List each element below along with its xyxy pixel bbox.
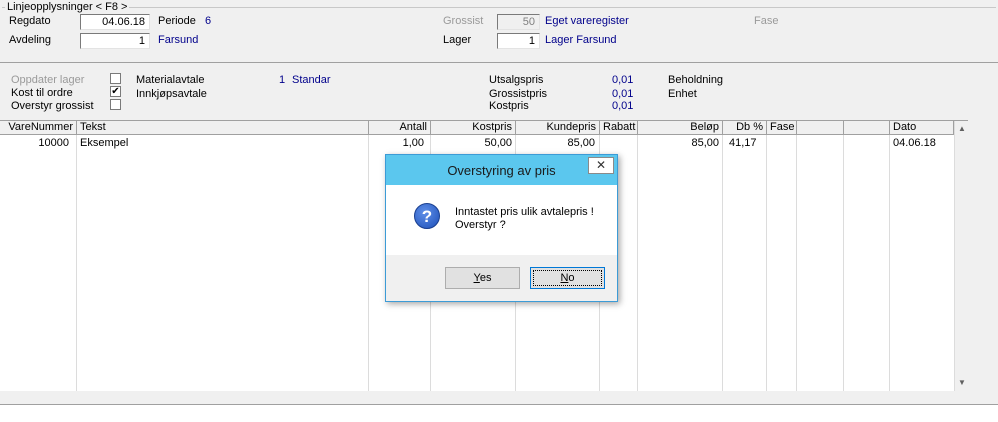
lager-label: Lager xyxy=(443,34,472,46)
vertical-scrollbar[interactable]: ▲ ▼ xyxy=(954,121,969,391)
bottom-bar xyxy=(0,404,998,422)
grossistpris-label: Grossistpris xyxy=(489,88,548,100)
materialavtale-name: Standar xyxy=(292,74,331,86)
cell-kundepris[interactable]: 85,00 xyxy=(516,137,598,151)
column-header-kundepris[interactable]: Kundepris xyxy=(516,121,600,135)
column-divider xyxy=(844,135,890,391)
column-header-tekst[interactable]: Tekst xyxy=(77,121,369,135)
kostpris-label: Kostpris xyxy=(489,100,529,112)
lager-name: Lager Farsund xyxy=(545,34,617,46)
grossist-label: Grossist xyxy=(443,15,484,27)
dialog-message: Inntastet pris ulik avtalepris ! Oversty… xyxy=(455,206,594,232)
kost-til-ordre-checkbox[interactable]: ✔ xyxy=(110,86,121,97)
kostpris-value: 0,01 xyxy=(612,100,634,112)
column-divider xyxy=(0,135,77,391)
kost-til-ordre-label: Kost til ordre xyxy=(11,87,73,99)
column-header-kostpris[interactable]: Kostpris xyxy=(431,121,516,135)
cell-blank-2[interactable] xyxy=(844,137,890,151)
column-header-dato[interactable]: Dato xyxy=(890,121,954,135)
price-override-dialog: Overstyring av pris ✕ ? Inntastet pris u… xyxy=(385,154,618,302)
fase-label: Fase xyxy=(754,15,779,27)
separator xyxy=(0,62,998,63)
column-header-fase[interactable]: Fase xyxy=(767,121,797,135)
periode-value: 6 xyxy=(205,15,212,27)
utsalgspris-label: Utsalgspris xyxy=(489,74,544,86)
cell-blank-1[interactable] xyxy=(797,137,844,151)
column-header-blank-1[interactable] xyxy=(797,121,844,135)
yes-button[interactable]: Yes xyxy=(445,267,520,289)
grossist-field[interactable]: 50 xyxy=(497,14,540,30)
column-divider xyxy=(77,135,369,391)
column-divider xyxy=(723,135,767,391)
materialavtale-value: 1 xyxy=(279,74,286,86)
oppdater-lager-checkbox[interactable] xyxy=(110,73,121,84)
column-header-antall[interactable]: Antall xyxy=(369,121,431,135)
periode-label: Periode xyxy=(158,15,196,27)
cell-dato[interactable]: 04.06.18 xyxy=(890,137,954,151)
enhet-label: Enhet xyxy=(668,88,697,100)
avdeling-name: Farsund xyxy=(158,34,199,46)
materialavtale-label: Materialavtale xyxy=(136,74,205,86)
beholdning-label: Beholdning xyxy=(668,74,724,86)
cell-belop[interactable]: 85,00 xyxy=(638,137,722,151)
scroll-down-icon[interactable]: ▼ xyxy=(955,376,969,390)
grossist-name: Eget vareregister xyxy=(545,15,629,27)
dialog-message-line1: Inntastet pris ulik avtalepris ! xyxy=(455,206,594,218)
column-divider xyxy=(638,135,723,391)
group-title: Linjeopplysninger < F8 > xyxy=(5,1,130,13)
utsalgspris-value: 0,01 xyxy=(612,74,634,86)
lager-field[interactable]: 1 xyxy=(497,33,540,49)
avdeling-label: Avdeling xyxy=(9,34,51,46)
scroll-up-icon[interactable]: ▲ xyxy=(955,122,969,136)
column-header-db-pct[interactable]: Db % xyxy=(723,121,767,135)
column-header-varenummer[interactable]: VareNummer xyxy=(0,121,77,135)
no-button[interactable]: No xyxy=(530,267,605,289)
cell-rabatt[interactable] xyxy=(600,137,638,151)
oppdater-lager-label: Oppdater lager xyxy=(11,74,85,86)
innkjopsavtale-label: Innkjøpsavtale xyxy=(136,88,207,100)
dialog-titlebar[interactable]: Overstyring av pris ✕ xyxy=(386,155,617,185)
dialog-body: ? Inntastet pris ulik avtalepris ! Overs… xyxy=(386,185,617,255)
column-header-blank-2[interactable] xyxy=(844,121,890,135)
cell-antall[interactable]: 1,00 xyxy=(369,137,427,151)
no-label: o xyxy=(568,272,575,284)
overstyr-grossist-checkbox[interactable] xyxy=(110,99,121,110)
cell-tekst[interactable]: Eksempel xyxy=(77,137,369,151)
overstyr-grossist-label: Overstyr grossist xyxy=(11,100,94,112)
grossistpris-value: 0,01 xyxy=(612,88,634,100)
dialog-message-line2: Overstyr ? xyxy=(455,219,506,231)
column-divider xyxy=(797,135,844,391)
cell-db-pct[interactable]: 41,17 xyxy=(726,137,766,151)
focus-rect: No xyxy=(533,270,602,286)
close-icon[interactable]: ✕ xyxy=(588,157,614,174)
yes-label: es xyxy=(479,272,492,284)
cell-kostpris[interactable]: 50,00 xyxy=(431,137,515,151)
question-icon: ? xyxy=(414,203,440,229)
column-header-rabatt[interactable]: Rabatt xyxy=(600,121,638,135)
regdato-label: Regdato xyxy=(9,15,51,27)
dialog-title: Overstyring av pris xyxy=(447,163,556,178)
avdeling-field[interactable]: 1 xyxy=(80,33,150,49)
column-divider xyxy=(767,135,797,391)
cell-varenummer[interactable]: 10000 xyxy=(0,137,72,151)
cell-fase[interactable] xyxy=(767,137,797,151)
column-header-belop[interactable]: Beløp xyxy=(638,121,723,135)
regdato-field[interactable]: 04.06.18 xyxy=(80,14,150,30)
